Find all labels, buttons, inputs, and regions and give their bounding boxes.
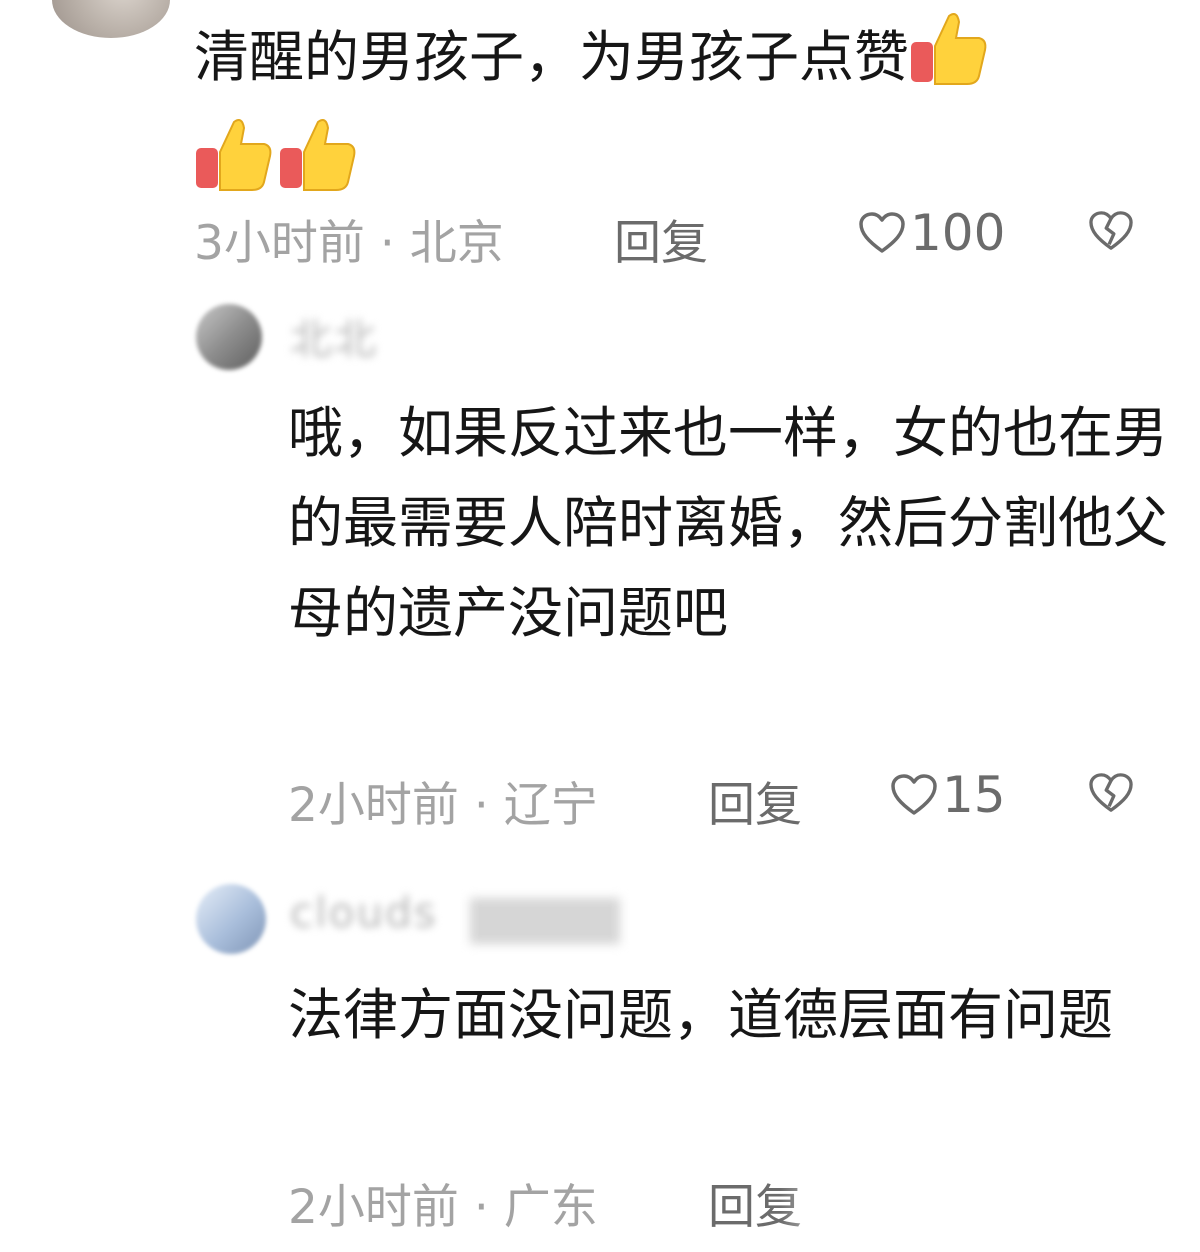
dislike-button[interactable]: [1088, 772, 1134, 818]
comment-time: 3小时前: [194, 216, 365, 271]
like-count: 15: [942, 766, 1006, 824]
username[interactable]: clouds: [290, 888, 438, 937]
reply-button[interactable]: 回复: [614, 204, 708, 273]
comment-1-text: 清醒的男孩子，为男孩子点赞: [194, 8, 1174, 220]
comment-location: 辽宁: [503, 778, 598, 833]
meta-separator: ·: [458, 778, 504, 833]
comment-3-meta: 2小时前 · 广东: [288, 1168, 598, 1237]
comment-3-text: 法律方面没问题，道德层面有问题: [288, 983, 1114, 1047]
comment-location: 广东: [503, 1180, 598, 1235]
meta-separator: ·: [364, 216, 410, 271]
comment-thread: 清醒的男孩子，为男孩子点赞 3小时前 · 北京 回复 100 北北 哦，如果反过…: [0, 0, 1200, 1252]
user-avatar[interactable]: [52, 0, 170, 38]
like-count: 100: [910, 204, 1006, 262]
username[interactable]: 北北: [290, 306, 378, 367]
comment-1-meta: 3小时前 · 北京: [194, 204, 504, 273]
reply-button[interactable]: 回复: [708, 766, 802, 835]
heart-outline-icon: [859, 212, 905, 253]
reply-label: 回复: [708, 778, 802, 833]
comment-time: 2小时前: [288, 1180, 459, 1235]
redacted-name-block: [470, 898, 620, 944]
comment-time: 2小时前: [288, 778, 459, 833]
like-button[interactable]: 100: [858, 204, 1005, 262]
user-avatar[interactable]: [196, 884, 266, 954]
comment-2-text: 哦，如果反过来也一样，女的也在男的最需要人陪时离婚，然后分割他父母的遗产没问题吧: [288, 401, 1169, 645]
bottom-fade: [780, 1160, 1200, 1252]
thumbs-up-emoji-icon: [909, 8, 989, 114]
meta-separator: ·: [458, 1180, 504, 1235]
dislike-button[interactable]: [1088, 210, 1134, 256]
reply-label: 回复: [614, 216, 708, 271]
comment-1-line1: 清醒的男孩子，为男孩子点赞: [194, 25, 910, 90]
comment-location: 北京: [409, 216, 504, 271]
heart-outline-icon: [891, 774, 937, 815]
like-button[interactable]: 15: [890, 766, 1006, 824]
broken-heart-icon: [1089, 211, 1133, 250]
user-avatar[interactable]: [196, 304, 262, 370]
comment-2-meta: 2小时前 · 辽宁: [288, 766, 598, 835]
broken-heart-icon: [1089, 773, 1133, 812]
